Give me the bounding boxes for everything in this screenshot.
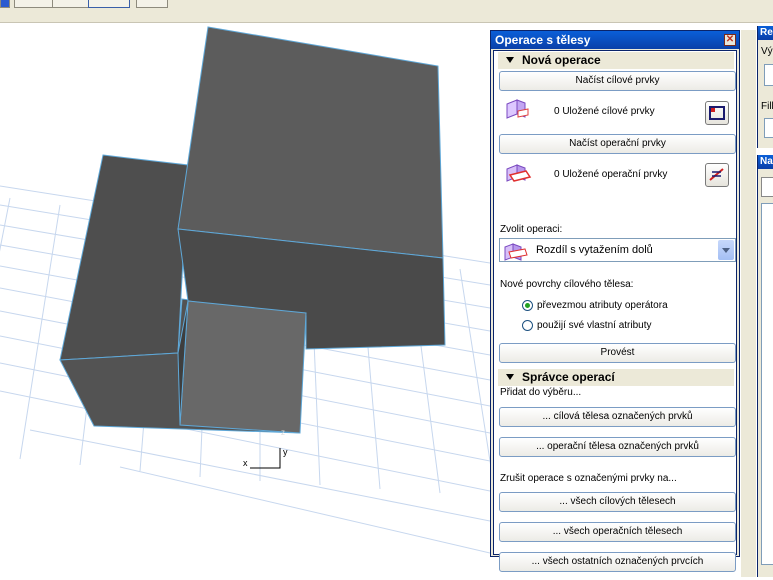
section-title: Správce operací (522, 370, 615, 384)
radio-inherit-label[interactable]: převezmou atributy operátora (537, 300, 668, 311)
subtraction-upwards-icon (503, 241, 529, 261)
load-operators-button[interactable]: Načíst operační prvky (499, 134, 736, 154)
add-to-selection-label: Přidat do výběru... (500, 387, 582, 398)
toolbar-rotate-tool-button[interactable] (88, 0, 130, 8)
section-new-operation[interactable]: Nová operace (498, 52, 734, 69)
collapse-arrow-icon (506, 57, 514, 64)
target-select-icon[interactable] (705, 101, 729, 125)
3d-scene: x y z (0, 26, 496, 554)
close-icon[interactable]: ✕ (724, 34, 736, 46)
remove-all-operators-button[interactable]: ... všech operačních tělesech (499, 522, 736, 542)
palette-scrollbar[interactable] (741, 30, 756, 577)
section-title: Nová operace (522, 53, 601, 67)
chevron-down-icon[interactable] (718, 240, 734, 260)
operator-select-icon[interactable] (705, 163, 729, 187)
toolbar (0, 0, 773, 23)
axis-gizmo (250, 448, 281, 469)
palette-title: Operace s tělesy (495, 33, 591, 47)
toolbar-edge-button[interactable] (0, 0, 10, 8)
navigator-panel-partial: Na (757, 155, 773, 577)
choose-operation-label: Zvolit operaci: (500, 224, 563, 235)
3d-viewport[interactable]: x y z (0, 23, 496, 577)
info-panel-field[interactable] (764, 64, 773, 86)
navigator-panel-title[interactable]: Na (758, 155, 773, 169)
stored-operators-count: 0 Uložené operační prvky (554, 169, 668, 180)
execute-button[interactable]: Provést (499, 343, 736, 363)
axis-z-label: z (281, 428, 285, 437)
add-target-solids-button[interactable]: ... cílová tělesa označených prvků (499, 407, 736, 427)
radio-own-label[interactable]: použijí své vlastní atributy (537, 320, 652, 331)
navigator-page-icon[interactable] (761, 177, 773, 197)
navigator-tree[interactable] (761, 203, 773, 565)
axis-y-label: y (283, 447, 288, 457)
stored-targets-count: 0 Uložené cílové prvky (554, 106, 655, 117)
load-targets-button[interactable]: Načíst cílové prvky (499, 71, 736, 91)
info-panel-title[interactable]: Re (758, 26, 773, 40)
remove-all-others-button[interactable]: ... všech ostatních označených prvcích (499, 552, 736, 572)
operation-select[interactable]: Rozdíl s vytažením dolů (499, 238, 736, 262)
new-surfaces-label: Nové povrchy cílového tělesa: (500, 279, 634, 290)
target-solid-icon (504, 96, 530, 124)
remove-all-targets-button[interactable]: ... všech cílových tělesech (499, 492, 736, 512)
add-operator-solids-button[interactable]: ... operační tělesa označených prvků (499, 437, 736, 457)
info-panel-fill-label: Fill (761, 101, 773, 112)
info-panel-fill-field[interactable] (764, 118, 773, 138)
solid-operations-palette: Operace s tělesy ✕ Nová operace Načíst c… (490, 30, 740, 572)
toolbar-extra-button[interactable] (136, 0, 168, 8)
palette-title-bar[interactable]: Operace s tělesy ✕ (491, 31, 739, 49)
radio-own-attributes[interactable] (522, 320, 533, 331)
info-panel-partial: Re Vý Fill (757, 26, 773, 148)
info-panel-line: Vý (761, 46, 773, 57)
axis-x-label: x (243, 458, 248, 468)
toolbar-line-tool-button[interactable] (14, 0, 54, 8)
palette-body: Nová operace Načíst cílové prvky 0 Ulože… (493, 50, 737, 572)
section-operation-manager[interactable]: Správce operací (498, 369, 734, 386)
remove-operations-label: Zrušit operace s označenými prvky na... (500, 473, 677, 484)
operation-selected-value: Rozdíl s vytažením dolů (536, 244, 653, 256)
radio-inherit-attributes[interactable] (522, 300, 533, 311)
solid-bodies (59, 26, 446, 434)
operator-solid-icon (504, 159, 532, 187)
toolbar-dotted-tool-button[interactable] (52, 0, 90, 8)
collapse-arrow-icon (506, 374, 514, 381)
